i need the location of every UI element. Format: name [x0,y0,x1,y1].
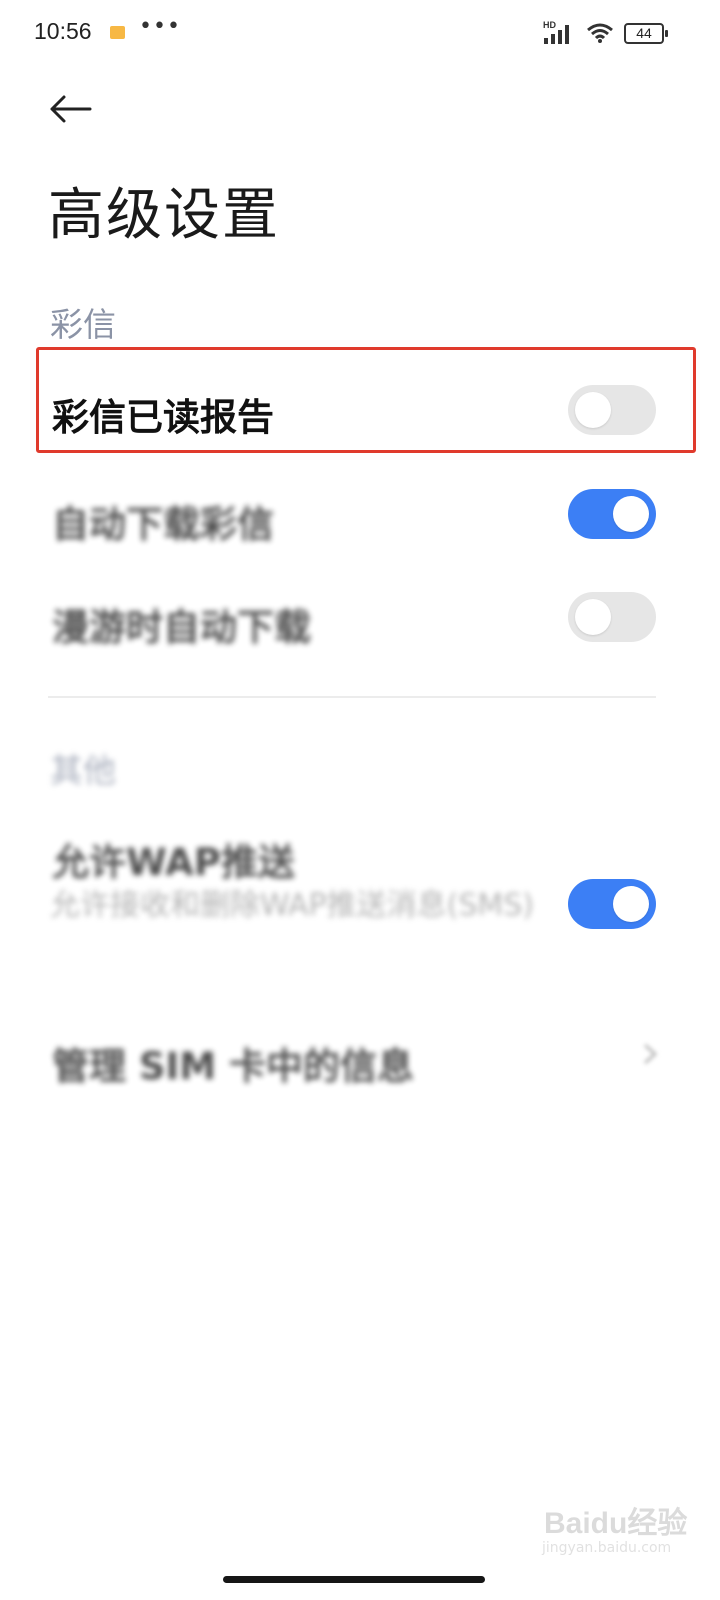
more-notifications-icon: ••• [139,14,181,39]
setting-row-auto-download[interactable]: 自动下载彩信 [0,460,720,564]
toggle-wap-push[interactable] [568,879,656,929]
back-arrow-icon [50,95,92,123]
setting-label: 管理 SIM 卡中的信息 [52,1045,414,1088]
hd-label: HD [543,20,556,30]
watermark-text: Baidu经验 [544,1507,688,1540]
baidu-watermark: Baidu经验 jingyan.baidu.com [540,1488,690,1560]
setting-row-manage-sim[interactable]: 管理 SIM 卡中的信息 [0,1010,720,1106]
toggle-knob [613,496,649,532]
status-icons: HD 44 [542,20,668,46]
battery-icon: 44 [624,22,668,44]
setting-label: 漫游时自动下载 [52,606,311,649]
status-time: 10:56 [34,18,92,44]
notification-icon [110,26,125,39]
section-header-mms: 彩信 [50,305,116,344]
setting-row-roaming-download[interactable]: 漫游时自动下载 [0,565,720,669]
setting-row-wap-push[interactable]: 允许WAP推送 允许接收和删除WAP推送消息(SMS) [0,820,720,980]
wifi-icon [587,23,613,43]
toggle-roaming-download[interactable] [568,592,656,642]
section-divider [48,696,656,698]
setting-label: 自动下载彩信 [52,503,274,546]
home-indicator[interactable] [223,1576,485,1583]
toggle-auto-download[interactable] [568,489,656,539]
toggle-knob [575,599,611,635]
chevron-right-icon [643,1043,658,1065]
status-bar: 10:56 ••• HD 44 [0,0,720,64]
highlight-box [36,347,696,453]
watermark-sub: jingyan.baidu.com [542,1540,672,1556]
back-button[interactable] [44,86,96,132]
setting-description: 允许接收和删除WAP推送消息(SMS) [50,888,535,923]
toggle-knob [613,886,649,922]
section-header-other: 其他 [50,751,116,790]
signal-icon: HD [543,20,569,44]
setting-label: 允许WAP推送 [52,841,295,884]
page-title: 高级设置 [48,183,280,248]
